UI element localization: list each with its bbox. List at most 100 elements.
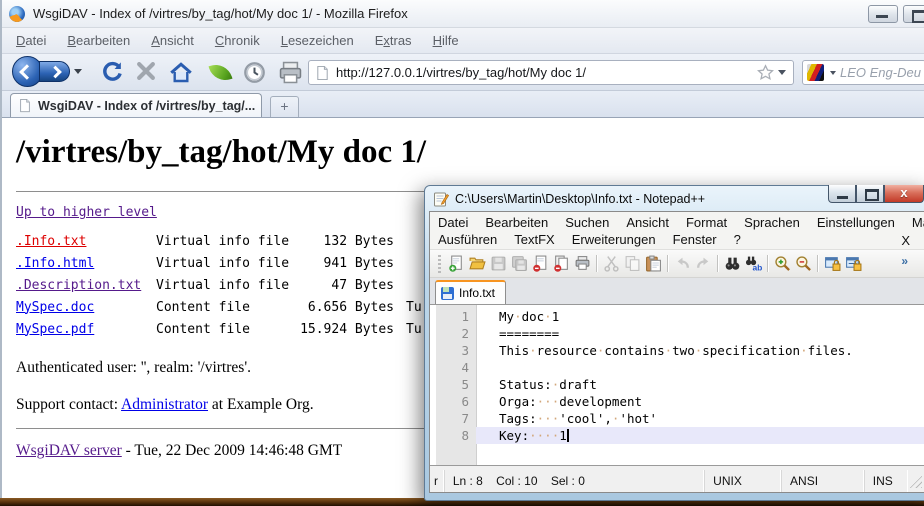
- copy-icon[interactable]: [622, 253, 643, 274]
- menu-close-button[interactable]: X: [901, 233, 910, 248]
- maximize-button[interactable]: [856, 185, 884, 203]
- notepad-titlebar[interactable]: C:\Users\Martin\Desktop\Info.txt - Notep…: [429, 186, 924, 211]
- firefox-menu-datei[interactable]: Datei: [16, 33, 46, 48]
- open-file-icon[interactable]: [467, 253, 488, 274]
- url-dropdown-icon[interactable]: [778, 70, 786, 75]
- file-size: 47 Bytes: [294, 278, 394, 293]
- firefox-menu-chronik[interactable]: Chronik: [215, 33, 260, 48]
- minimize-icon: [876, 15, 888, 18]
- line-text: Orga:···development: [476, 393, 924, 410]
- close-file-icon[interactable]: [530, 253, 551, 274]
- tab-title: WsgiDAV - Index of /virtres/by_tag/...: [38, 99, 255, 113]
- leaf-extension-button[interactable]: [209, 61, 233, 85]
- line-text: Key:····1: [476, 427, 924, 444]
- npp-menu-einstellungen[interactable]: Einstellungen: [817, 215, 895, 230]
- npp-menu-erweiterungen[interactable]: Erweiterungen: [572, 232, 656, 247]
- new-file-icon[interactable]: [446, 253, 467, 274]
- editor-line[interactable]: 7Tags:···'cool',·'hot': [430, 410, 924, 427]
- text-editor[interactable]: 1My·doc·12========3This·resource·contain…: [430, 305, 924, 466]
- npp-menu-textfx[interactable]: TextFX: [514, 232, 554, 247]
- firefox-menu-lesezeichen[interactable]: Lesezeichen: [281, 33, 354, 48]
- cut-icon[interactable]: [601, 253, 622, 274]
- file-link-myspec-doc[interactable]: MySpec.doc: [16, 300, 156, 315]
- npp-menu-row1: Datei Bearbeiten Suchen Ansicht Format Sprach…: [430, 212, 924, 232]
- toolbar-overflow-chevron[interactable]: »: [901, 254, 908, 268]
- tab-info-txt[interactable]: Info.txt: [435, 280, 506, 304]
- npp-menu-ansicht[interactable]: Ansicht: [626, 215, 669, 230]
- url-bar[interactable]: http://127.0.0.1/virtres/by_tag/hot/My d…: [308, 60, 794, 85]
- reload-button[interactable]: [100, 60, 124, 84]
- file-link-info-html[interactable]: .Info.html: [16, 256, 156, 271]
- editor-line[interactable]: 4: [430, 359, 924, 376]
- search-bar[interactable]: LEO Eng-Deu: [802, 60, 924, 85]
- svg-text:ab: ab: [752, 262, 762, 272]
- text-cursor: [567, 429, 569, 442]
- paste-icon[interactable]: [643, 253, 664, 274]
- npp-menu-sprachen[interactable]: Sprachen: [744, 215, 800, 230]
- clock-extension-button[interactable]: [243, 61, 267, 85]
- tab-wsgidav[interactable]: WsgiDAV - Index of /virtres/by_tag/...: [10, 93, 262, 117]
- print-button[interactable]: [278, 61, 302, 85]
- firefox-menu-hilfe[interactable]: Hilfe: [433, 33, 459, 48]
- search-engine-dropdown-icon[interactable]: [830, 71, 836, 75]
- editor-line[interactable]: 6Orga:···development: [430, 393, 924, 410]
- toolbar-separator: [667, 255, 669, 272]
- save-icon[interactable]: [488, 253, 509, 274]
- file-type: Content file: [156, 322, 294, 337]
- close-all-icon[interactable]: [551, 253, 572, 274]
- find-icon[interactable]: [722, 253, 743, 274]
- npp-menu-makro[interactable]: Makro: [912, 215, 924, 230]
- firefox-window-title: WsgiDAV - Index of /virtres/by_tag/hot/M…: [33, 6, 408, 21]
- npp-toolbar: ab »: [430, 249, 924, 278]
- stop-button[interactable]: [135, 60, 159, 84]
- new-tab-button[interactable]: +: [270, 96, 299, 117]
- replace-icon[interactable]: ab: [743, 253, 764, 274]
- minimize-button[interactable]: [868, 5, 898, 23]
- editor-line[interactable]: 5Status:·draft: [430, 376, 924, 393]
- history-dropdown-icon[interactable]: [74, 69, 82, 74]
- up-to-higher-level-link[interactable]: Up to higher level: [16, 205, 157, 220]
- firefox-menu-ansicht[interactable]: Ansicht: [151, 33, 194, 48]
- npp-menu-datei[interactable]: Datei: [438, 215, 468, 230]
- npp-menu-ausf-hren[interactable]: Ausführen: [438, 232, 497, 247]
- npp-menu-bearbeiten[interactable]: Bearbeiten: [485, 215, 548, 230]
- file-link-myspec-pdf[interactable]: MySpec.pdf: [16, 322, 156, 337]
- npp-menu-suchen[interactable]: Suchen: [565, 215, 609, 230]
- search-placeholder[interactable]: LEO Eng-Deu: [840, 65, 921, 80]
- minimize-button[interactable]: [828, 185, 856, 203]
- home-button[interactable]: [169, 60, 193, 84]
- file-link-description-txt[interactable]: .Description.txt: [16, 278, 156, 293]
- editor-line[interactable]: 1My·doc·1: [430, 308, 924, 325]
- bookmark-star-icon[interactable]: [757, 64, 774, 81]
- toolbar-separator: [717, 255, 719, 272]
- file-link-info-txt[interactable]: .Info.txt: [16, 234, 156, 249]
- editor-line[interactable]: 3This·resource·contains·two·specificatio…: [430, 342, 924, 359]
- undo-icon[interactable]: [672, 253, 693, 274]
- editor-line[interactable]: 8Key:····1: [430, 427, 924, 444]
- search-engine-leo-icon[interactable]: [807, 64, 824, 81]
- maximize-button[interactable]: [903, 5, 924, 23]
- notepad-window-title: C:\Users\Martin\Desktop\Info.txt - Notep…: [455, 192, 705, 206]
- home-icon: [169, 60, 193, 84]
- print-icon[interactable]: [572, 253, 593, 274]
- forward-button[interactable]: [39, 61, 70, 82]
- administrator-link[interactable]: Administrator: [121, 396, 208, 413]
- npp-menu-fenster[interactable]: Fenster: [673, 232, 717, 247]
- npp-menu-help[interactable]: ?: [734, 232, 741, 247]
- zoom-out-icon[interactable]: [793, 253, 814, 274]
- close-button[interactable]: x: [884, 185, 924, 203]
- wsgidav-server-link[interactable]: WsgiDAV server: [16, 442, 122, 459]
- firefox-menu-bearbeiten[interactable]: Bearbeiten: [67, 33, 130, 48]
- firefox-titlebar[interactable]: WsgiDAV - Index of /virtres/by_tag/hot/M…: [2, 0, 924, 28]
- url-text[interactable]: http://127.0.0.1/virtres/by_tag/hot/My d…: [336, 65, 757, 80]
- redo-icon[interactable]: [693, 253, 714, 274]
- sync-vertical-icon[interactable]: [822, 253, 843, 274]
- npp-menu-format[interactable]: Format: [686, 215, 727, 230]
- notepad-body: Datei Bearbeiten Suchen Ansicht Format Sprach…: [429, 211, 924, 493]
- zoom-in-icon[interactable]: [772, 253, 793, 274]
- sync-horizontal-icon[interactable]: [843, 253, 864, 274]
- save-all-icon[interactable]: [509, 253, 530, 274]
- editor-line[interactable]: 2========: [430, 325, 924, 342]
- firefox-menu-extras[interactable]: Extras: [375, 33, 412, 48]
- resize-grip[interactable]: [908, 474, 922, 488]
